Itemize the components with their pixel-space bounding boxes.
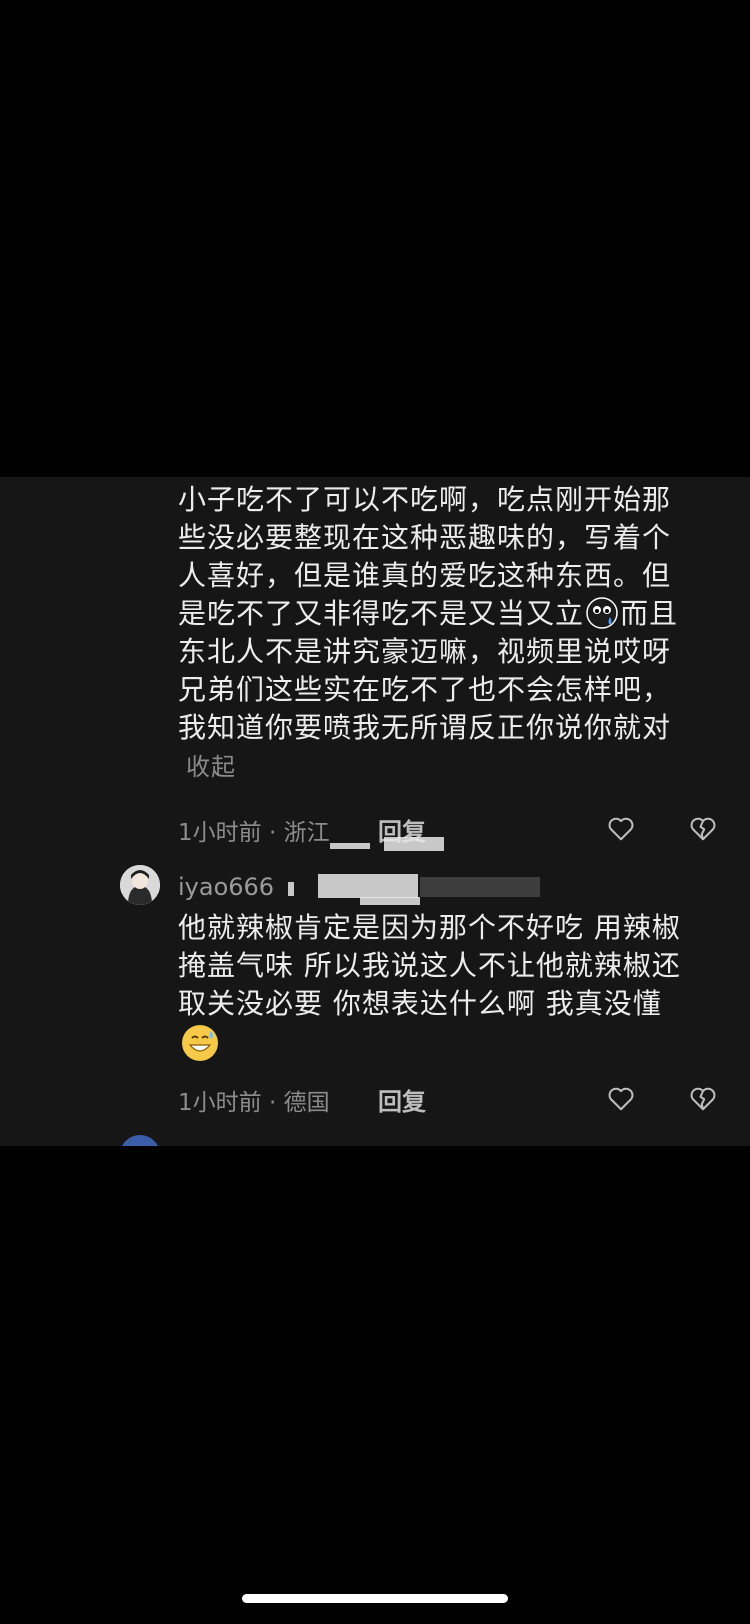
comment-panel: 小子吃不了可以不吃啊，吃点刚开始那 些没必要整现在这种恶趣味的，写着个 人喜好，…: [0, 477, 750, 1146]
redaction-mark: [384, 837, 444, 851]
comment-2-line: 取关没必要 你想表达什么啊 我真没懂: [178, 987, 662, 1020]
avatar[interactable]: [120, 1135, 160, 1146]
comment-1-line: 兄弟们这些实在吃不了也不会怎样吧，: [178, 673, 672, 706]
grinning-sweat-emoji-icon: [180, 1023, 220, 1063]
comment-1-text: 小子吃不了可以不吃啊，吃点刚开始那 些没必要整现在这种恶趣味的，写着个 人喜好，…: [178, 481, 708, 786]
comment-1-line: 我知道你要喷我无所谓反正你说你就对: [178, 711, 672, 744]
redaction-mark: [420, 877, 540, 897]
comment-1-line: 小子吃不了可以不吃啊，吃点刚开始那: [178, 483, 672, 516]
redaction-mark: [330, 843, 370, 849]
redaction-mark: [360, 897, 420, 905]
comment-1-line-part: 而且: [620, 597, 679, 630]
comment-1-line: 是吃不了又非得吃不是又当又立 而且: [178, 595, 708, 633]
comment-2-line: 他就辣椒肯定是因为那个不好吃 用辣椒: [178, 911, 681, 944]
comment-2-meta: 1小时前 · 德国: [178, 1090, 330, 1116]
avatar[interactable]: [120, 865, 160, 905]
collapse-button[interactable]: 收起: [186, 753, 236, 781]
comment-1-line-part: 是吃不了又非得吃不是又当又立: [178, 597, 585, 630]
broken-heart-icon[interactable]: [688, 813, 718, 843]
redaction-mark: [288, 882, 294, 896]
comment-2-line: 掩盖气味 所以我说这人不让他就辣椒还: [178, 949, 681, 982]
redaction-mark: [318, 874, 418, 898]
comment-2-line: [178, 1023, 708, 1067]
like-heart-icon[interactable]: [606, 1083, 636, 1113]
username[interactable]: iyao666: [178, 873, 274, 901]
comment-2-reply-button[interactable]: 回复: [378, 1082, 426, 1117]
like-heart-icon[interactable]: [606, 813, 636, 843]
home-indicator: [242, 1594, 508, 1603]
comment-1-line: 东北人不是讲究豪迈嘛，视频里说哎呀: [178, 635, 672, 668]
comment-1-meta: 1小时前 · 浙江: [178, 820, 330, 846]
broken-heart-icon[interactable]: [688, 1083, 718, 1113]
comment-1-line: 人喜好，但是谁真的爱吃这种东西。但: [178, 559, 672, 592]
comment-1-line: 些没必要整现在这种恶趣味的，写着个: [178, 521, 672, 554]
comment-2-text: 他就辣椒肯定是因为那个不好吃 用辣椒 掩盖气味 所以我说这人不让他就辣椒还 取关…: [178, 909, 708, 1067]
crying-face-emoji-icon: [586, 597, 618, 629]
